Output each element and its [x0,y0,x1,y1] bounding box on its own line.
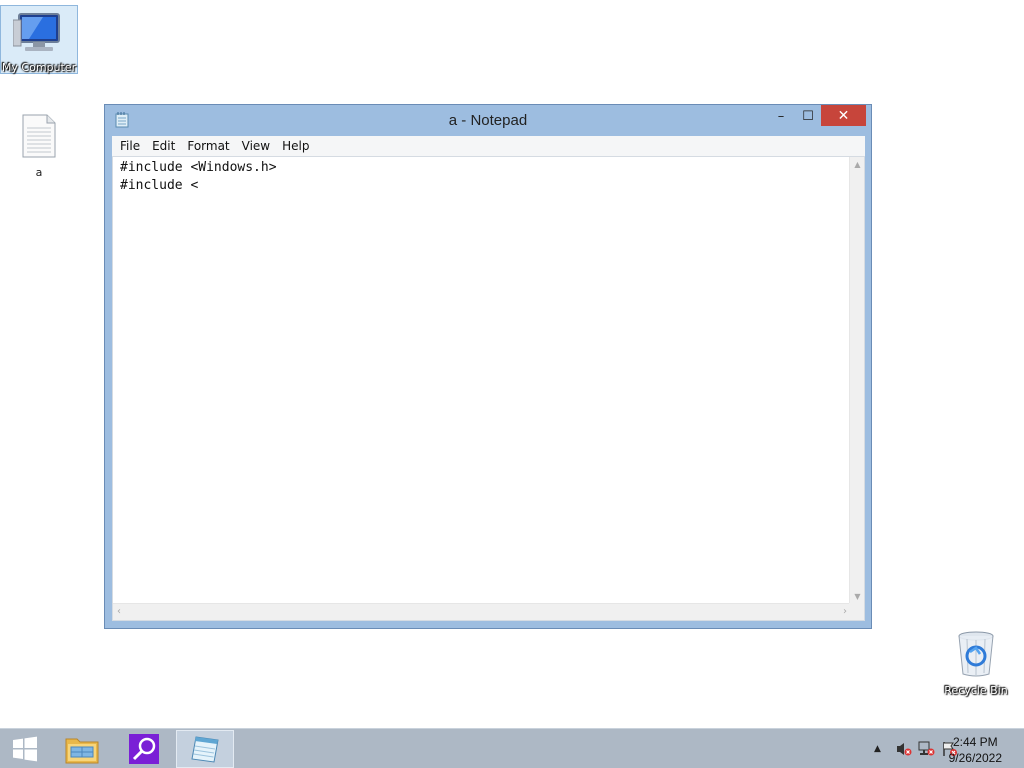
menu-bar: File Edit Format View Help [112,136,865,156]
scroll-up-icon[interactable]: ▲ [850,160,865,169]
desktop-icon-recycle-bin[interactable]: Recycle Bin [936,630,1016,697]
folder-icon [65,738,99,764]
system-tray: ▲ 2:44 PM 9/26/2022 [844,729,1024,768]
recycle-bin-icon [958,631,994,677]
minimize-button[interactable]: – [768,106,794,126]
text-file-icon [22,114,56,158]
maximize-icon: ☐ [802,108,814,124]
maximize-button[interactable]: ☐ [794,106,822,126]
minimize-icon: – [777,108,785,124]
network-error-icon[interactable] [918,741,936,760]
taskbar-file-explorer[interactable] [58,729,106,768]
chevron-up-icon[interactable]: ▲ [874,744,881,754]
title-bar[interactable]: a - Notepad – ☐ ✕ [105,105,871,136]
notepad-window: a - Notepad – ☐ ✕ File Edit Format View … [104,104,872,629]
desktop-icon-label: My Computer [1,61,77,74]
scroll-down-icon[interactable]: ▼ [850,592,865,601]
scroll-left-icon[interactable]: ‹ [117,606,121,617]
computer-icon [12,13,60,51]
desktop-icon-label: a [35,166,43,179]
desktop-icon-my-computer[interactable]: My Computer [0,5,78,74]
menu-view[interactable]: View [236,139,276,153]
windows-logo-icon [13,736,37,762]
close-icon: ✕ [837,107,850,124]
desktop-icon-text-file[interactable]: a [0,114,78,179]
window-title: a - Notepad [448,112,528,129]
close-button[interactable]: ✕ [821,105,866,126]
start-button[interactable] [0,729,50,768]
horizontal-scrollbar[interactable]: ‹ › [113,603,851,620]
scroll-right-icon[interactable]: › [843,606,847,617]
menu-file[interactable]: File [112,139,146,153]
menu-help[interactable]: Help [276,139,315,153]
magnifier-icon [129,734,159,764]
taskbar-notepad[interactable] [176,730,234,768]
text-editor[interactable]: #include <Windows.h> #include < ▲ ▼ ‹ › [112,156,865,621]
clock-date: 9/26/2022 [948,751,1002,765]
menu-format[interactable]: Format [181,139,235,153]
desktop-icon-label: Recycle Bin [944,684,1008,697]
clock-time: 2:44 PM [952,735,998,749]
vertical-scrollbar[interactable]: ▲ ▼ [849,157,864,604]
menu-edit[interactable]: Edit [146,139,181,153]
resize-grip[interactable] [849,603,864,620]
taskbar-search[interactable] [117,729,171,768]
volume-muted-icon[interactable] [896,741,912,760]
taskbar: ▲ 2:44 PM 9/26/2022 [0,728,1024,768]
notepad-icon [191,736,219,763]
clock[interactable]: 2:44 PM 9/26/2022 [949,734,1002,766]
editor-content[interactable]: #include <Windows.h> #include < [120,159,277,195]
